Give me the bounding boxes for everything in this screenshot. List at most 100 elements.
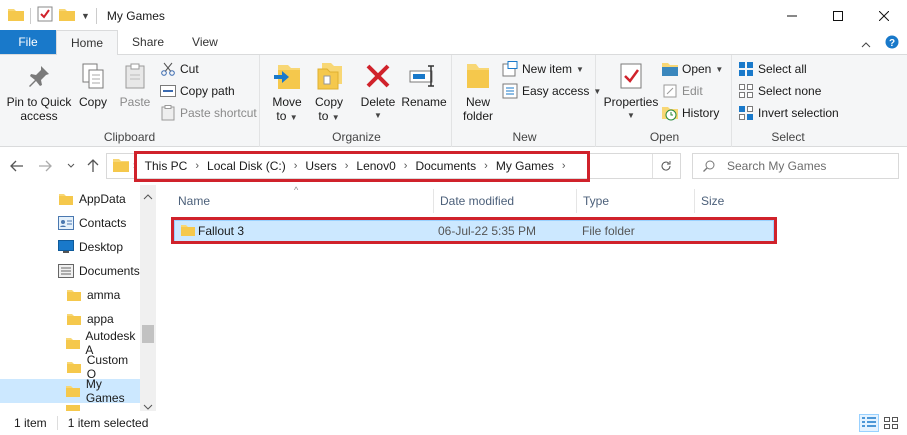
large-icons-view-icon bbox=[884, 417, 898, 429]
chevron-down-icon bbox=[67, 163, 75, 168]
rename-icon bbox=[407, 59, 441, 93]
forward-button[interactable] bbox=[36, 157, 54, 175]
organize-group-label: Organize bbox=[332, 130, 381, 144]
scrollbar-thumb[interactable] bbox=[142, 325, 154, 343]
new-folder-label-2: folder bbox=[462, 109, 494, 123]
address-highlight-box bbox=[134, 151, 590, 182]
invert-selection-button[interactable]: Invert selection bbox=[738, 103, 839, 123]
open-group: Properties ▼ Open ▼ Edit History Open bbox=[598, 55, 732, 147]
rename-button[interactable]: Rename bbox=[400, 59, 448, 109]
scroll-up-icon[interactable] bbox=[143, 189, 153, 203]
tab-home[interactable]: Home bbox=[56, 30, 119, 55]
new-folder-button[interactable]: New folder bbox=[460, 59, 496, 123]
delete-label: Delete bbox=[360, 95, 396, 109]
tab-share[interactable]: Share bbox=[118, 30, 178, 54]
navigation-pane: AppData Contacts Desktop Documents amma … bbox=[0, 185, 156, 411]
select-none-icon bbox=[738, 83, 754, 99]
pin-to-quick-access-button[interactable]: Pin to Quick access bbox=[4, 59, 74, 123]
cut-button[interactable]: Cut bbox=[160, 59, 199, 79]
tree-item-appa[interactable]: appa bbox=[0, 307, 140, 331]
back-button[interactable] bbox=[8, 157, 26, 175]
paste-shortcut-icon bbox=[160, 105, 176, 121]
title-bar: ▼ My Games bbox=[0, 0, 907, 31]
tree-item-appdata[interactable]: AppData bbox=[0, 187, 140, 211]
open-group-label: Open bbox=[649, 130, 680, 144]
properties-check-icon[interactable] bbox=[37, 6, 53, 25]
folder-icon[interactable] bbox=[8, 7, 24, 24]
folder-icon bbox=[66, 360, 82, 374]
large-icons-view-button[interactable] bbox=[881, 414, 901, 432]
copy-path-button[interactable]: Copy path bbox=[160, 81, 235, 101]
refresh-button[interactable] bbox=[652, 154, 679, 178]
pin-label-1: Pin to Quick bbox=[6, 95, 72, 109]
minimize-button[interactable] bbox=[769, 0, 815, 31]
column-header-type[interactable]: Type bbox=[577, 189, 695, 213]
edit-button[interactable]: Edit bbox=[662, 81, 703, 101]
ribbon: Pin to Quick access Copy Paste Cut Copy … bbox=[0, 55, 907, 147]
tab-file[interactable]: File bbox=[0, 30, 56, 54]
search-placeholder: Search My Games bbox=[727, 159, 827, 173]
paste-label: Paste bbox=[119, 95, 151, 109]
tree-item-autodesk[interactable]: Autodesk A bbox=[0, 329, 140, 357]
details-view-button[interactable] bbox=[859, 414, 879, 432]
tree-item-custom[interactable]: Custom O bbox=[0, 353, 140, 381]
delete-button[interactable]: Delete ▼ bbox=[358, 59, 398, 123]
select-none-label: Select none bbox=[758, 84, 822, 98]
search-input[interactable]: Search My Games bbox=[692, 153, 899, 179]
tree-item-my-games[interactable]: My Games bbox=[0, 377, 140, 405]
contacts-icon bbox=[58, 216, 74, 230]
open-button[interactable]: Open ▼ bbox=[662, 59, 723, 79]
move-to-button[interactable]: Move to ▼ bbox=[268, 59, 306, 125]
new-item-button[interactable]: New item ▼ bbox=[502, 59, 584, 79]
history-button[interactable]: History bbox=[662, 103, 719, 123]
search-icon bbox=[703, 160, 715, 172]
help-icon[interactable]: ? bbox=[885, 35, 899, 52]
paste-button[interactable]: Paste bbox=[118, 59, 152, 109]
delete-chevron-icon: ▼ bbox=[374, 111, 382, 120]
copy-label: Copy bbox=[78, 95, 107, 109]
column-header-date-modified[interactable]: Date modified bbox=[434, 189, 577, 213]
open-label: Open bbox=[682, 62, 712, 76]
invert-selection-icon bbox=[738, 105, 754, 121]
recent-locations-button[interactable] bbox=[62, 157, 80, 175]
customize-qat-chevron-icon[interactable]: ▼ bbox=[81, 11, 90, 21]
delete-x-icon bbox=[361, 59, 395, 93]
column-header-size[interactable]: Size bbox=[695, 189, 775, 213]
collapse-ribbon-chevron-icon[interactable] bbox=[861, 37, 871, 51]
tree-item-label: Desktop bbox=[79, 240, 124, 254]
close-button[interactable] bbox=[861, 0, 907, 31]
tab-view[interactable]: View bbox=[178, 30, 232, 54]
properties-button[interactable]: Properties ▼ bbox=[602, 59, 660, 123]
edit-icon bbox=[662, 83, 678, 99]
copy-button[interactable]: Copy bbox=[76, 59, 110, 109]
properties-label: Properties bbox=[603, 95, 659, 109]
history-label: History bbox=[682, 106, 720, 120]
navpane-scrollbar[interactable] bbox=[140, 185, 156, 411]
copy-to-icon bbox=[312, 59, 346, 93]
tree-item-amma[interactable]: amma bbox=[0, 283, 140, 307]
item-count: 1 item bbox=[14, 416, 47, 430]
easy-access-button[interactable]: Easy access ▼ bbox=[502, 81, 601, 101]
history-icon bbox=[662, 105, 678, 121]
tree-item-documents[interactable]: Documents bbox=[0, 259, 140, 283]
new-folder-icon[interactable] bbox=[59, 7, 75, 24]
folder-icon bbox=[66, 336, 81, 350]
maximize-button[interactable] bbox=[815, 0, 861, 31]
copy-to-button[interactable]: Copy to ▼ bbox=[310, 59, 348, 125]
select-none-button[interactable]: Select none bbox=[738, 81, 821, 101]
move-to-label-2: to ▼ bbox=[276, 109, 298, 123]
copy-icon bbox=[76, 59, 110, 93]
tree-item-contacts[interactable]: Contacts bbox=[0, 211, 140, 235]
folder-icon bbox=[66, 384, 81, 398]
tree-item-desktop[interactable]: Desktop bbox=[0, 235, 140, 259]
select-all-button[interactable]: Select all bbox=[738, 59, 807, 79]
new-folder-label-1: New bbox=[465, 95, 490, 109]
paste-shortcut-button[interactable]: Paste shortcut bbox=[160, 103, 257, 123]
up-button[interactable] bbox=[84, 157, 102, 175]
column-header-name[interactable]: Name bbox=[172, 189, 434, 213]
quick-access-toolbar: ▼ bbox=[0, 6, 97, 25]
select-group-label: Select bbox=[771, 130, 805, 144]
tree-item-label: Documents bbox=[79, 264, 140, 278]
copy-to-label-2: to ▼ bbox=[318, 109, 340, 123]
ribbon-tabs: File Home Share View ? bbox=[0, 30, 907, 55]
